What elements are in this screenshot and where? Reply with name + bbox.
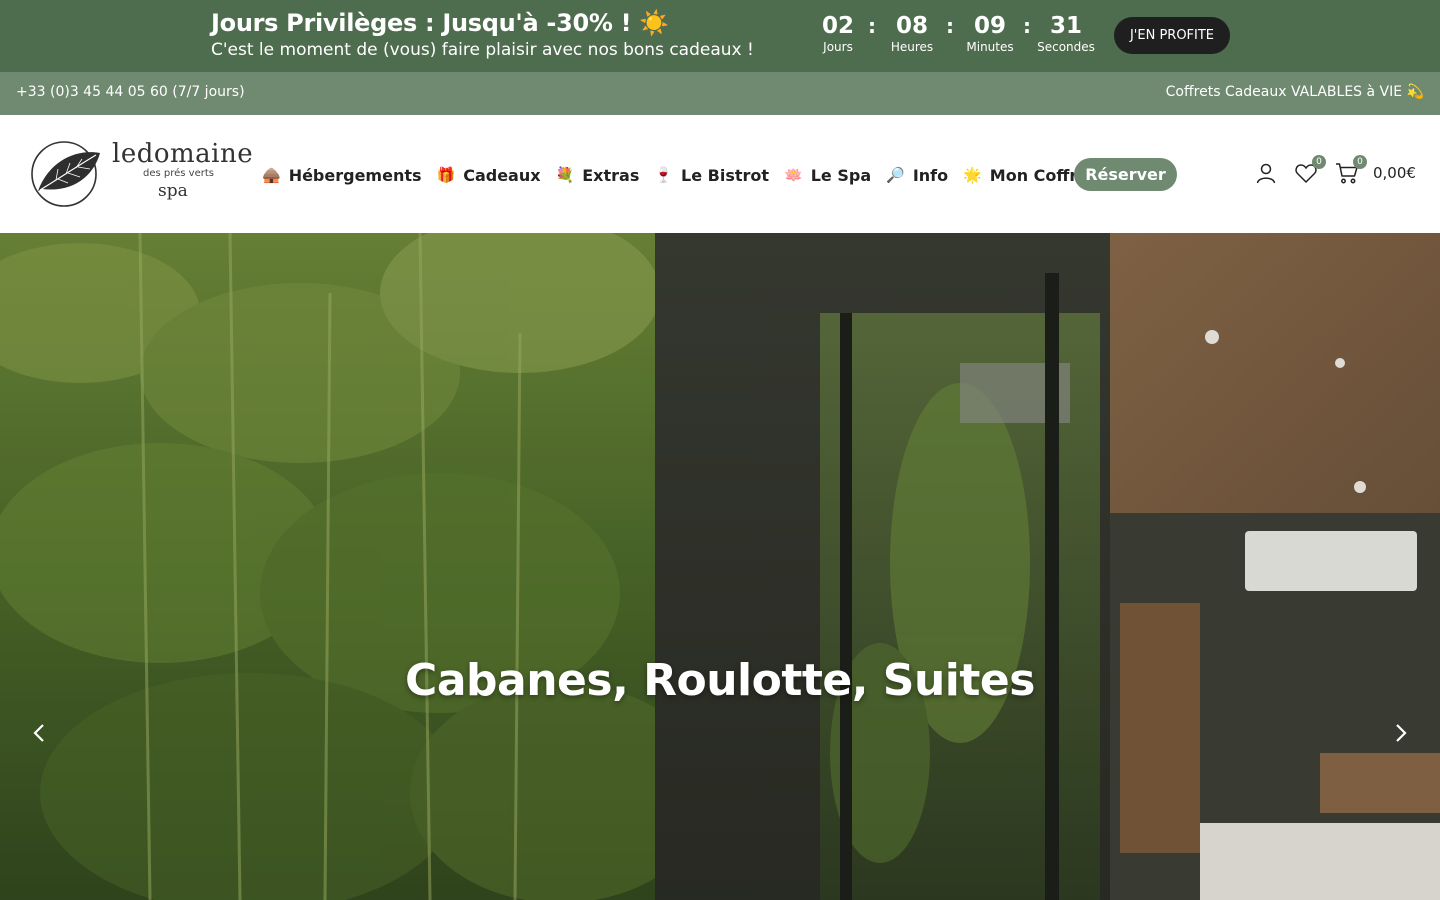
countdown-minutes: 09 Minutes bbox=[958, 12, 1022, 54]
nav-item-hebergements[interactable]: 🛖 Hébergements bbox=[262, 166, 422, 185]
logo-text-sub: des prés verts bbox=[143, 168, 214, 179]
account-button[interactable] bbox=[1254, 161, 1278, 185]
countdown-days: 02 Jours bbox=[806, 12, 870, 54]
countdown-days-label: Jours bbox=[823, 40, 853, 54]
info-bar: +33 (0)3 45 44 05 60 (7/7 jours) Coffret… bbox=[0, 72, 1440, 115]
cart-count-badge: 0 bbox=[1353, 155, 1367, 169]
magnifier-icon: 🔎 bbox=[886, 166, 905, 184]
countdown-separator: : bbox=[946, 14, 954, 38]
countdown-separator: : bbox=[868, 14, 876, 38]
hut-icon: 🛖 bbox=[262, 166, 281, 184]
bouquet-icon: 💐 bbox=[555, 166, 575, 184]
countdown-days-value: 02 bbox=[821, 13, 854, 39]
countdown-timer: 02 Jours : 08 Heures : 09 Minutes : 31 S… bbox=[806, 12, 1106, 62]
logo-text-main: ledomaine bbox=[112, 139, 254, 169]
nav-item-cadeaux[interactable]: 🎁 Cadeaux bbox=[437, 166, 541, 185]
nav-item-label: Extras bbox=[582, 165, 640, 185]
nav-item-label: Le Bistrot bbox=[681, 165, 770, 185]
site-header: ledomaine des prés verts spa 🛖 Hébergeme… bbox=[0, 115, 1440, 233]
wishlist-count-badge: 0 bbox=[1312, 155, 1326, 169]
chevron-right-icon bbox=[1396, 724, 1407, 742]
hero-slider: Cabanes, Roulotte, Suites bbox=[0, 233, 1440, 900]
main-navigation: 🛖 Hébergements 🎁 Cadeaux 💐 Extras 🍷 Le B… bbox=[262, 161, 1111, 189]
countdown-seconds-label: Secondes bbox=[1037, 40, 1095, 54]
cart-total[interactable]: 0,00€ bbox=[1373, 164, 1416, 182]
star-icon: 🌟 bbox=[963, 166, 982, 184]
gift-icon: 🎁 bbox=[436, 166, 456, 184]
cart-button[interactable]: 0 bbox=[1335, 155, 1367, 185]
countdown-seconds-value: 31 bbox=[1049, 13, 1082, 39]
countdown-seconds: 31 Secondes bbox=[1034, 12, 1098, 54]
promo-subtitle: C'est le moment de (vous) faire plaisir … bbox=[211, 40, 754, 60]
countdown-minutes-value: 09 bbox=[973, 13, 1006, 39]
countdown-hours: 08 Heures bbox=[880, 12, 944, 54]
site-logo[interactable]: ledomaine des prés verts spa bbox=[28, 139, 253, 209]
phone-number[interactable]: +33 (0)3 45 44 05 60 (7/7 jours) bbox=[16, 84, 245, 100]
chevron-left-icon bbox=[33, 724, 44, 742]
nav-item-label: Le Spa bbox=[810, 165, 872, 185]
countdown-hours-label: Heures bbox=[890, 40, 934, 54]
nav-item-label: Cadeaux bbox=[463, 165, 541, 185]
logo-text-spa: spa bbox=[158, 181, 188, 201]
slider-prev-button[interactable] bbox=[26, 719, 54, 747]
hero-headline: Cabanes, Roulotte, Suites bbox=[405, 655, 1035, 706]
hero-image bbox=[0, 233, 1440, 900]
nav-item-extras[interactable]: 💐 Extras bbox=[556, 166, 640, 185]
promo-cta-button[interactable]: J'EN PROFITE bbox=[1114, 17, 1230, 54]
promo-title: Jours Privilèges : Jusqu'à -30% ! ☀️ bbox=[211, 9, 669, 37]
nav-item-bistrot[interactable]: 🍷 Le Bistrot bbox=[654, 166, 769, 185]
wine-glass-icon: 🍷 bbox=[654, 166, 674, 184]
promo-banner: Jours Privilèges : Jusqu'à -30% ! ☀️ C'e… bbox=[0, 0, 1440, 72]
lotus-icon: 🪷 bbox=[784, 166, 803, 184]
user-icon bbox=[1256, 163, 1276, 184]
reserve-button[interactable]: Réserver bbox=[1074, 158, 1177, 191]
leaf-logo-icon bbox=[31, 141, 100, 207]
nav-item-label: Info bbox=[912, 165, 949, 185]
wishlist-button[interactable]: 0 bbox=[1294, 155, 1326, 185]
countdown-separator: : bbox=[1023, 14, 1031, 38]
nav-item-label: Hébergements bbox=[288, 165, 422, 185]
gift-validity-notice: Coffrets Cadeaux VALABLES à VIE 💫 bbox=[1165, 84, 1424, 100]
nav-item-info[interactable]: 🔎 Info bbox=[886, 166, 948, 185]
countdown-hours-value: 08 bbox=[895, 13, 928, 39]
countdown-minutes-label: Minutes bbox=[966, 40, 1014, 54]
slider-next-button[interactable] bbox=[1386, 719, 1414, 747]
nav-item-spa[interactable]: 🪷 Le Spa bbox=[784, 166, 871, 185]
